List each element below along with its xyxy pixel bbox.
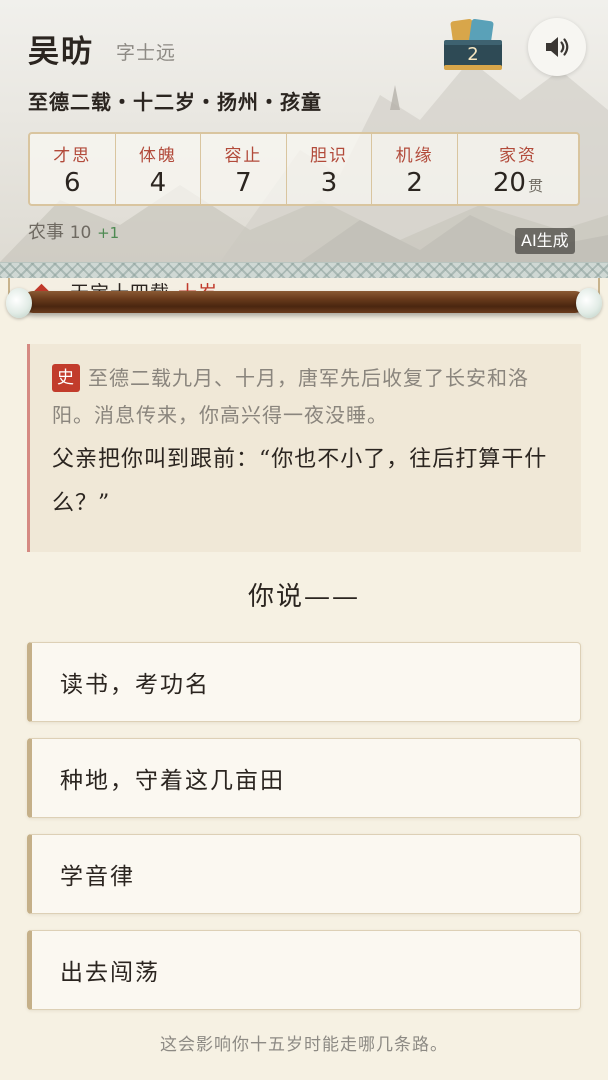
story-panel: 史至德二载九月、十月，唐军先后收复了长安和洛阳。消息传来，你高兴得一夜没睡。 父… (27, 344, 581, 552)
stat-label: 胆识 (310, 145, 349, 166)
choice-label: 读书，考功名 (60, 672, 210, 698)
scroll-rod-end-left (6, 288, 32, 318)
stat-label: 家资 (498, 145, 537, 166)
choice-label: 种地，守着这几亩田 (60, 768, 285, 794)
choice-venture[interactable]: 出去闯荡 (27, 930, 581, 1010)
stat-label: 容止 (224, 145, 263, 166)
choice-study[interactable]: 读书，考功名 (27, 642, 581, 722)
courtesy-name: 字士远 (116, 42, 177, 64)
choice-farm[interactable]: 种地，守着这几亩田 (27, 738, 581, 818)
wealth-amount: 20 (492, 167, 526, 198)
choice-prompt: 你说—— (247, 582, 360, 612)
character-header: 吴昉 字士远 至德二载・十二岁・扬州・孩童 2 才思 6 体魄 4 容止 7 胆… (0, 0, 608, 262)
stat-value-wealth: 20 贯 (493, 168, 543, 198)
scroll-rod-end-right (576, 288, 602, 318)
choice-label: 学音律 (60, 864, 135, 890)
ai-generated-badge: AI生成 (515, 228, 575, 254)
stat-value: 2 (406, 167, 423, 198)
skill-delta: +1 (97, 224, 120, 242)
character-name: 吴昉 (28, 34, 94, 70)
choice-footnote: 这会影响你十五岁时能走哪几条路。 (160, 1035, 448, 1055)
stat-value: 4 (149, 167, 167, 198)
stat-value: 7 (235, 167, 252, 198)
history-text: 至德二载九月、十月，唐军先后收复了长安和洛阳。消息传来，你高兴得一夜没睡。 (52, 366, 529, 427)
sound-button[interactable] (528, 18, 586, 76)
skill-label: 农事 (28, 222, 64, 243)
decorative-band (0, 262, 608, 278)
stat-label: 机缘 (395, 145, 434, 166)
character-subtitle: 至德二载・十二岁・扬州・孩童 (28, 90, 322, 114)
choice-music[interactable]: 学音律 (27, 834, 581, 914)
history-tag: 史 (52, 364, 80, 392)
stat-caisi: 才思 6 (30, 134, 116, 204)
stat-tipo: 体魄 4 (116, 134, 202, 204)
stat-value: 3 (320, 167, 338, 198)
cards-button[interactable]: 2 (442, 18, 504, 74)
stat-value: 6 (64, 167, 81, 198)
stat-jiazi: 家资 20 贯 (458, 134, 578, 204)
story-dialogue: 父亲把你叫到跟前：“你也不小了，往后打算干什么？” (52, 447, 548, 516)
scroll-rod[interactable] (22, 291, 586, 313)
history-note: 史至德二载九月、十月，唐军先后收复了长安和洛阳。消息传来，你高兴得一夜没睡。 (52, 360, 563, 434)
speaker-icon (546, 37, 569, 57)
stat-jiyuan: 机缘 2 (372, 134, 458, 204)
cards-count: 2 (467, 44, 479, 65)
stat-rongzhi: 容止 7 (201, 134, 287, 204)
stat-label: 才思 (53, 145, 92, 166)
stat-danshi: 胆识 3 (287, 134, 373, 204)
stat-label: 体魄 (138, 145, 177, 166)
skill-value: 10 (69, 223, 92, 243)
skill-line: 农事 10 +1 (28, 218, 119, 244)
wealth-unit: 贯 (527, 176, 543, 195)
choice-label: 出去闯荡 (60, 960, 160, 986)
stats-panel: 才思 6 体魄 4 容止 7 胆识 3 机缘 2 家资 20 贯 (28, 132, 580, 206)
